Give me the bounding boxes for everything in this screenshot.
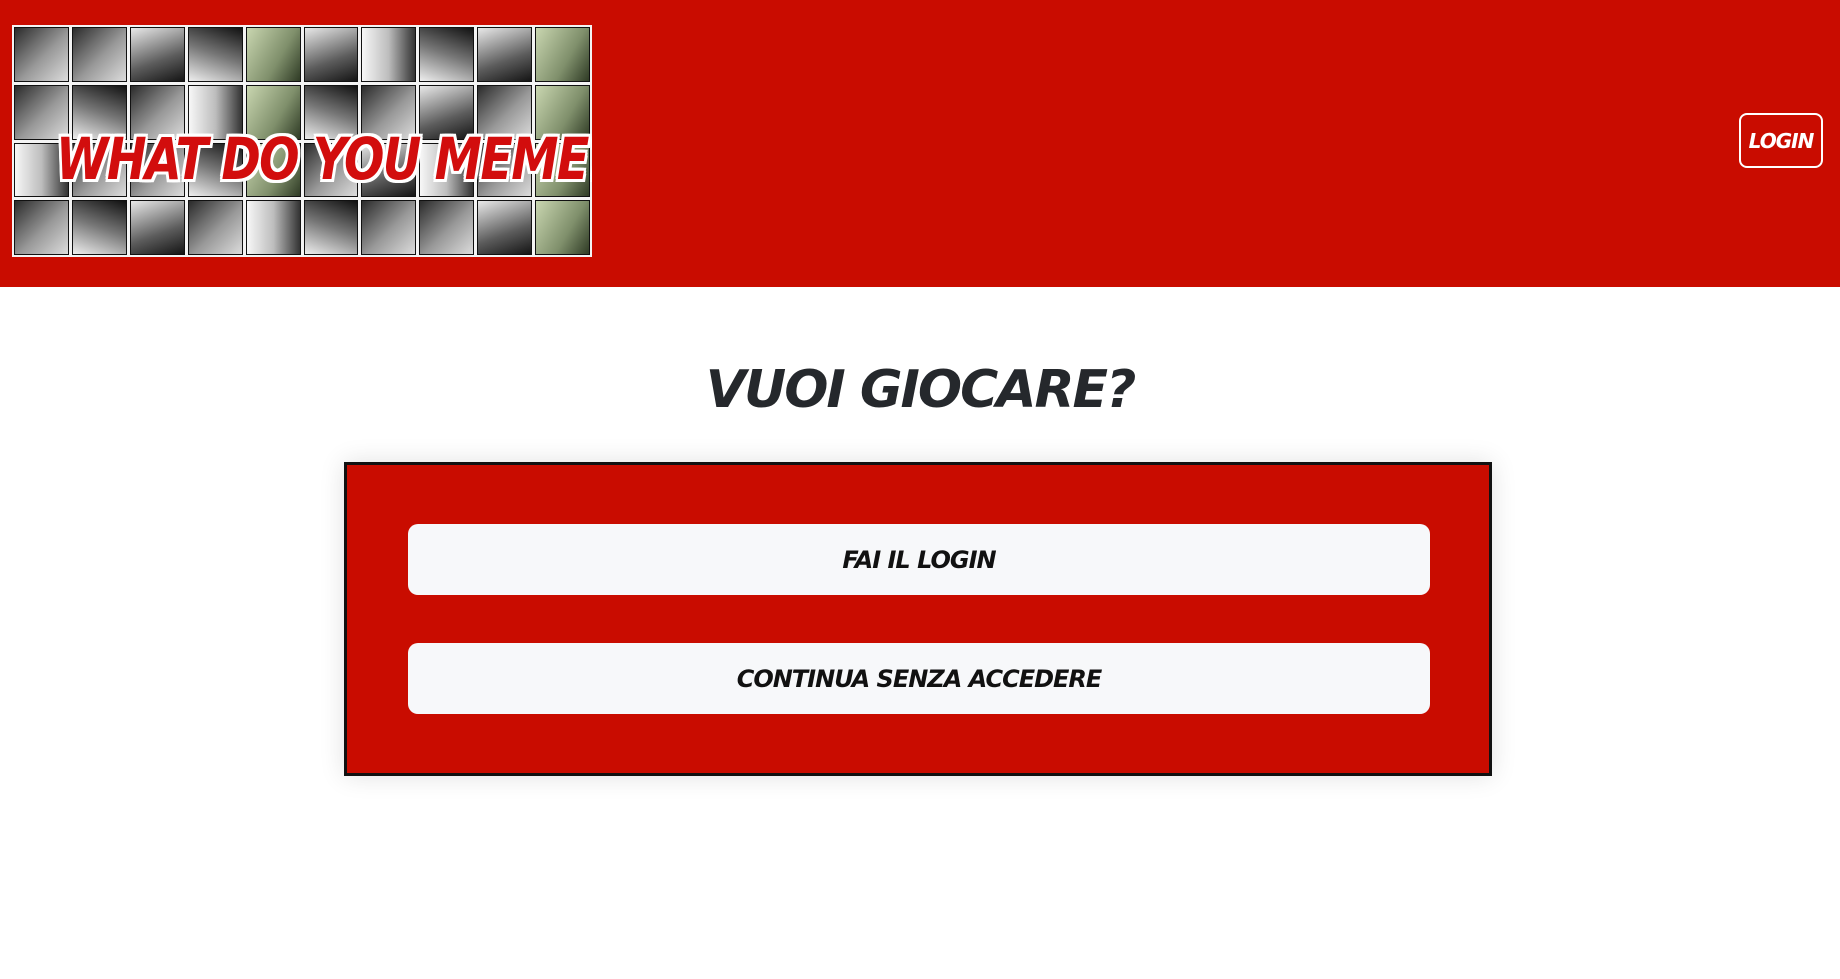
continue-without-login-button[interactable]: CONTINUA SENZA ACCEDERE: [408, 643, 1430, 714]
play-options-panel: FAI IL LOGIN CONTINUA SENZA ACCEDERE: [344, 462, 1492, 776]
banner-logo: WHAT DO YOU MEME?: [12, 25, 592, 257]
login-button[interactable]: LOGIN: [1739, 113, 1823, 168]
banner-title: WHAT DO YOU MEME?: [56, 125, 592, 193]
page-title: VUOI GIOCARE?: [705, 360, 1137, 420]
header-bar: WHAT DO YOU MEME? LOGIN: [0, 0, 1840, 287]
login-option-button[interactable]: FAI IL LOGIN: [408, 524, 1430, 595]
